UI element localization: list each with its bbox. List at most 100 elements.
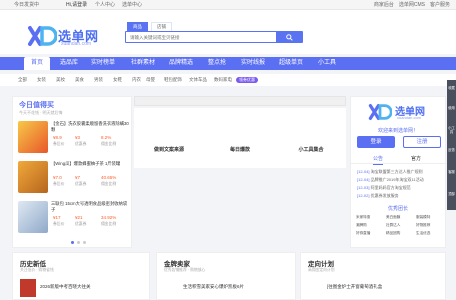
product-item[interactable]: 三联包 15cm大号透明食品级密封收纳袋子 ¥17 ¥21 34.92% 券后价… — [13, 199, 131, 237]
svip-item[interactable]: 生活优选 — [416, 231, 430, 236]
sidebar-top[interactable]: 顶部 — [447, 192, 456, 196]
panel-logo-domain: xuandan.com — [397, 115, 422, 120]
product-commission: 8.2% — [101, 135, 112, 140]
notice-text: 淘宝联盟第三方达人推广规则 — [370, 169, 423, 174]
search-icon — [285, 33, 293, 41]
carousel-dot[interactable] — [77, 241, 80, 244]
sidebar-favorite[interactable]: 收藏 — [447, 86, 456, 90]
search-input[interactable] — [130, 33, 270, 42]
category-item[interactable]: 美妆 — [56, 74, 65, 86]
feature-card-label: 每日爆款 — [229, 147, 250, 153]
carousel-dot[interactable] — [71, 241, 74, 244]
section-subtitle: 优秀店铺推荐 · 购物放心 — [164, 268, 206, 272]
category-item[interactable]: 内衣 — [132, 74, 141, 86]
category-item[interactable]: 男装 — [94, 74, 103, 86]
svip-item[interactable]: 服装模特 — [416, 215, 430, 220]
notice-item[interactable]: [12-04] 品牌推广2019年淘宝双11活动 — [357, 177, 424, 183]
section-subtitle: 高佣金定向计划 — [308, 268, 335, 272]
coupon-label: 优惠券 — [75, 222, 87, 226]
site-logo[interactable]: 选单网 xuandan.com — [27, 24, 105, 48]
notice-item[interactable]: [12-04] 淘宝联盟第三方达人推广规则 — [357, 169, 423, 175]
product-coupon: ¥21 — [75, 215, 83, 220]
svip-title: 优秀团长 — [387, 206, 408, 212]
category-item[interactable]: 全部 — [18, 74, 27, 86]
feature-cards: 做到文案来源 每日爆款 小工具集合 — [134, 108, 346, 168]
login-link[interactable]: Hi,请登录 — [66, 0, 87, 10]
carousel-dot[interactable] — [83, 241, 86, 244]
nav-ranking[interactable]: 实时榜单 — [88, 57, 118, 70]
tab-official[interactable]: 官方 — [411, 155, 421, 164]
product-price: ¥17 — [53, 215, 61, 220]
section-item[interactable]: 生活积雪美家安心爆炉凯板6片 — [183, 284, 244, 290]
nav-brands[interactable]: 品牌精选 — [166, 57, 196, 70]
notice-item[interactable]: [12-02] 优惠券发放服务 — [357, 193, 399, 199]
category-item[interactable]: 文体车品 — [189, 74, 207, 86]
svip-item[interactable]: 米家特惠 — [356, 215, 370, 220]
commission-label: 佣金比例 — [101, 142, 117, 146]
product-item[interactable]: 【金石】洗衣胶囊柔顺留香洗衣液除螨30颗 ¥8.9 ¥3 8.2% 券后价 优惠… — [13, 119, 131, 157]
svip-item[interactable]: 美白面膜 — [386, 215, 400, 220]
today-title: 今日值得买 — [19, 102, 54, 109]
sidebar-service[interactable]: 客服 — [447, 170, 456, 174]
price-label: 券后价 — [53, 222, 65, 226]
notice-text: 品牌推广2019年淘宝双11活动 — [370, 177, 424, 182]
cms-link[interactable]: 选单网CMS — [399, 0, 425, 10]
category-item[interactable]: 美食 — [75, 74, 84, 86]
nav-community[interactable]: 社群素材 — [128, 57, 158, 70]
section-item[interactable]: [往图金炉士开窗葡萄酒礼盒 — [327, 284, 382, 290]
notice-text: 阿里妈妈官方淘宝规范 — [370, 185, 411, 190]
nav-pages[interactable]: 超级单页 — [276, 57, 306, 70]
search-button[interactable] — [276, 32, 302, 42]
sidebar-tools[interactable]: 小工具 — [447, 126, 456, 134]
feature-card[interactable]: 小工具集合 — [276, 108, 346, 168]
product-commission: 34.92% — [101, 215, 117, 220]
category-item[interactable]: 女装 — [37, 74, 46, 86]
merchant-backend-link[interactable]: 商家后台 — [374, 0, 394, 10]
user-panel: 选单网 xuandan.com 欢迎来到选单网！ 登录 注册 公告 官方 [12… — [350, 96, 447, 248]
header: 选单网 xuandan.com 商品 店铺 — [0, 10, 456, 54]
svip-item[interactable]: 好物推荐 — [416, 223, 430, 228]
selection-center-link[interactable]: 选单中心 — [122, 0, 142, 10]
notice-date: [12-04] — [357, 169, 370, 174]
product-coupon: ¥7 — [75, 175, 81, 180]
price-label: 券后价 — [53, 182, 65, 186]
product-title: 三联包 15cm大号透明食品级密封收纳袋子 — [51, 201, 128, 212]
nav-tools[interactable]: 小工具 — [314, 57, 340, 70]
register-button[interactable]: 注册 — [403, 136, 441, 148]
gold-seller-section: 金牌卖家 优秀店铺推荐 · 购物放心 生活积雪美家安心爆炉凯板6片 — [156, 252, 296, 300]
category-bar: 全部 女装 美妆 美食 男装 女鞋 内衣 母婴 鞋包配饰 文体车品 数码家电 领… — [0, 74, 456, 86]
category-item[interactable]: 女鞋 — [113, 74, 122, 86]
nav-home[interactable]: 首页 — [24, 57, 50, 70]
top-bar: 今日发货中 Hi,请登录 个人中心 选单中心 商家后台 选单网CMS 客户服务 — [0, 0, 456, 10]
tab-notice[interactable]: 公告 — [373, 155, 384, 165]
notice-tabs: 公告 官方 — [351, 155, 447, 165]
main-nav: 首页 选品库 实时榜单 社群素材 品牌精选 整点抢 实时线报 超级单页 小工具 — [0, 57, 456, 70]
category-item[interactable]: 数码家电 — [214, 74, 232, 86]
coupon-badge[interactable]: 领券优惠 — [236, 77, 258, 83]
nav-flash[interactable]: 整点抢 — [204, 57, 230, 70]
nav-deals[interactable]: 实时线报 — [238, 57, 268, 70]
nav-library[interactable]: 选品库 — [54, 57, 84, 70]
sidebar-feedback[interactable]: 反馈 — [447, 148, 456, 152]
section-item[interactable]: 2026新版中考百晓大往关 — [40, 284, 91, 290]
sidebar-usage[interactable]: 使用 — [447, 106, 456, 110]
customer-service-link[interactable]: 客户服务 — [430, 0, 450, 10]
section-subtitle: 关注低价 · 购物省钱 — [20, 268, 54, 272]
feature-card[interactable]: 每日爆款 — [205, 108, 275, 168]
category-item[interactable]: 鞋包配饰 — [164, 74, 182, 86]
svip-item[interactable]: 社群达人 — [386, 223, 400, 228]
feature-card[interactable]: 做到文案来源 — [134, 108, 204, 168]
category-item[interactable]: 母婴 — [146, 74, 155, 86]
notice-date: [12-04] — [357, 177, 370, 182]
right-sidebar: 收藏 使用 小工具 反馈 客服 顶部 — [447, 80, 456, 210]
notice-item[interactable]: [12-03] 阿里妈妈官方淘宝规范 — [357, 185, 411, 191]
svip-item[interactable]: 好券直播 — [356, 231, 370, 236]
login-button[interactable]: 登录 — [357, 136, 395, 148]
product-item[interactable]: 【Wing瓜】爆款蜂蜜柚子茶 1斤装罐 ¥7.0 ¥7 40.65% 券后价 优… — [13, 159, 131, 197]
user-center-link[interactable]: 个人中心 — [95, 0, 115, 10]
svip-item[interactable]: 精品团购 — [386, 231, 400, 236]
shipping-notice: 今日发货中 — [14, 2, 40, 8]
banner[interactable] — [134, 96, 346, 106]
notice-text: 优惠券发放服务 — [370, 193, 399, 198]
svip-item[interactable]: 潮牌购 — [356, 223, 367, 228]
